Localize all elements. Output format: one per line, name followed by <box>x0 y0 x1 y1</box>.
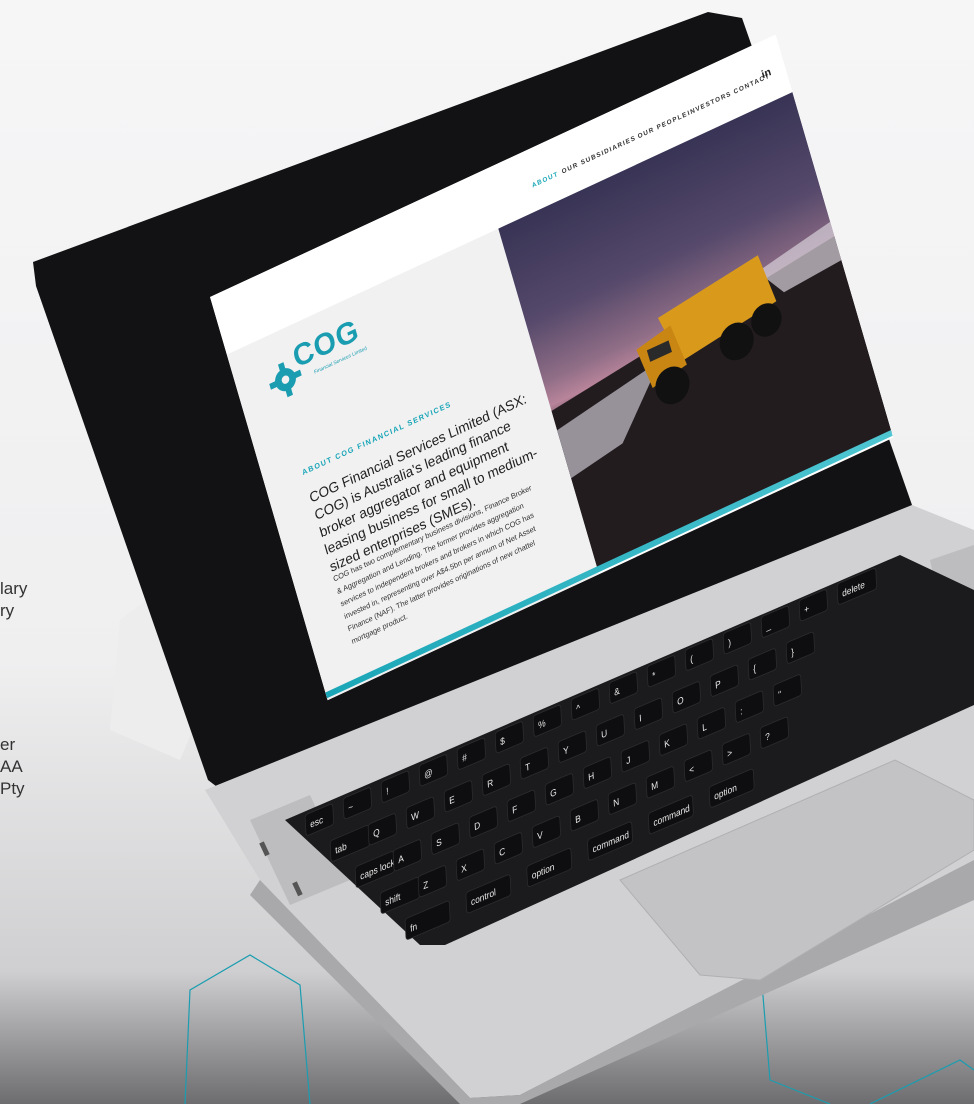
key-label: < <box>689 764 694 776</box>
key-label: ) <box>728 637 731 648</box>
key-label: { <box>753 663 756 674</box>
nav-item-our-people[interactable]: OUR PEOPLE <box>637 111 688 141</box>
nav-item-investors[interactable]: INVESTORS <box>687 90 733 117</box>
key-label: > <box>727 747 732 759</box>
key-label: " <box>778 689 781 701</box>
key-label: + <box>804 603 809 615</box>
key-label: L <box>702 721 707 733</box>
key-label: ? <box>765 731 770 743</box>
key-label: ~ <box>348 801 353 813</box>
key-label: J <box>626 754 631 766</box>
key-label: } <box>791 647 794 658</box>
nav-item-about[interactable]: ABOUT <box>531 171 559 190</box>
